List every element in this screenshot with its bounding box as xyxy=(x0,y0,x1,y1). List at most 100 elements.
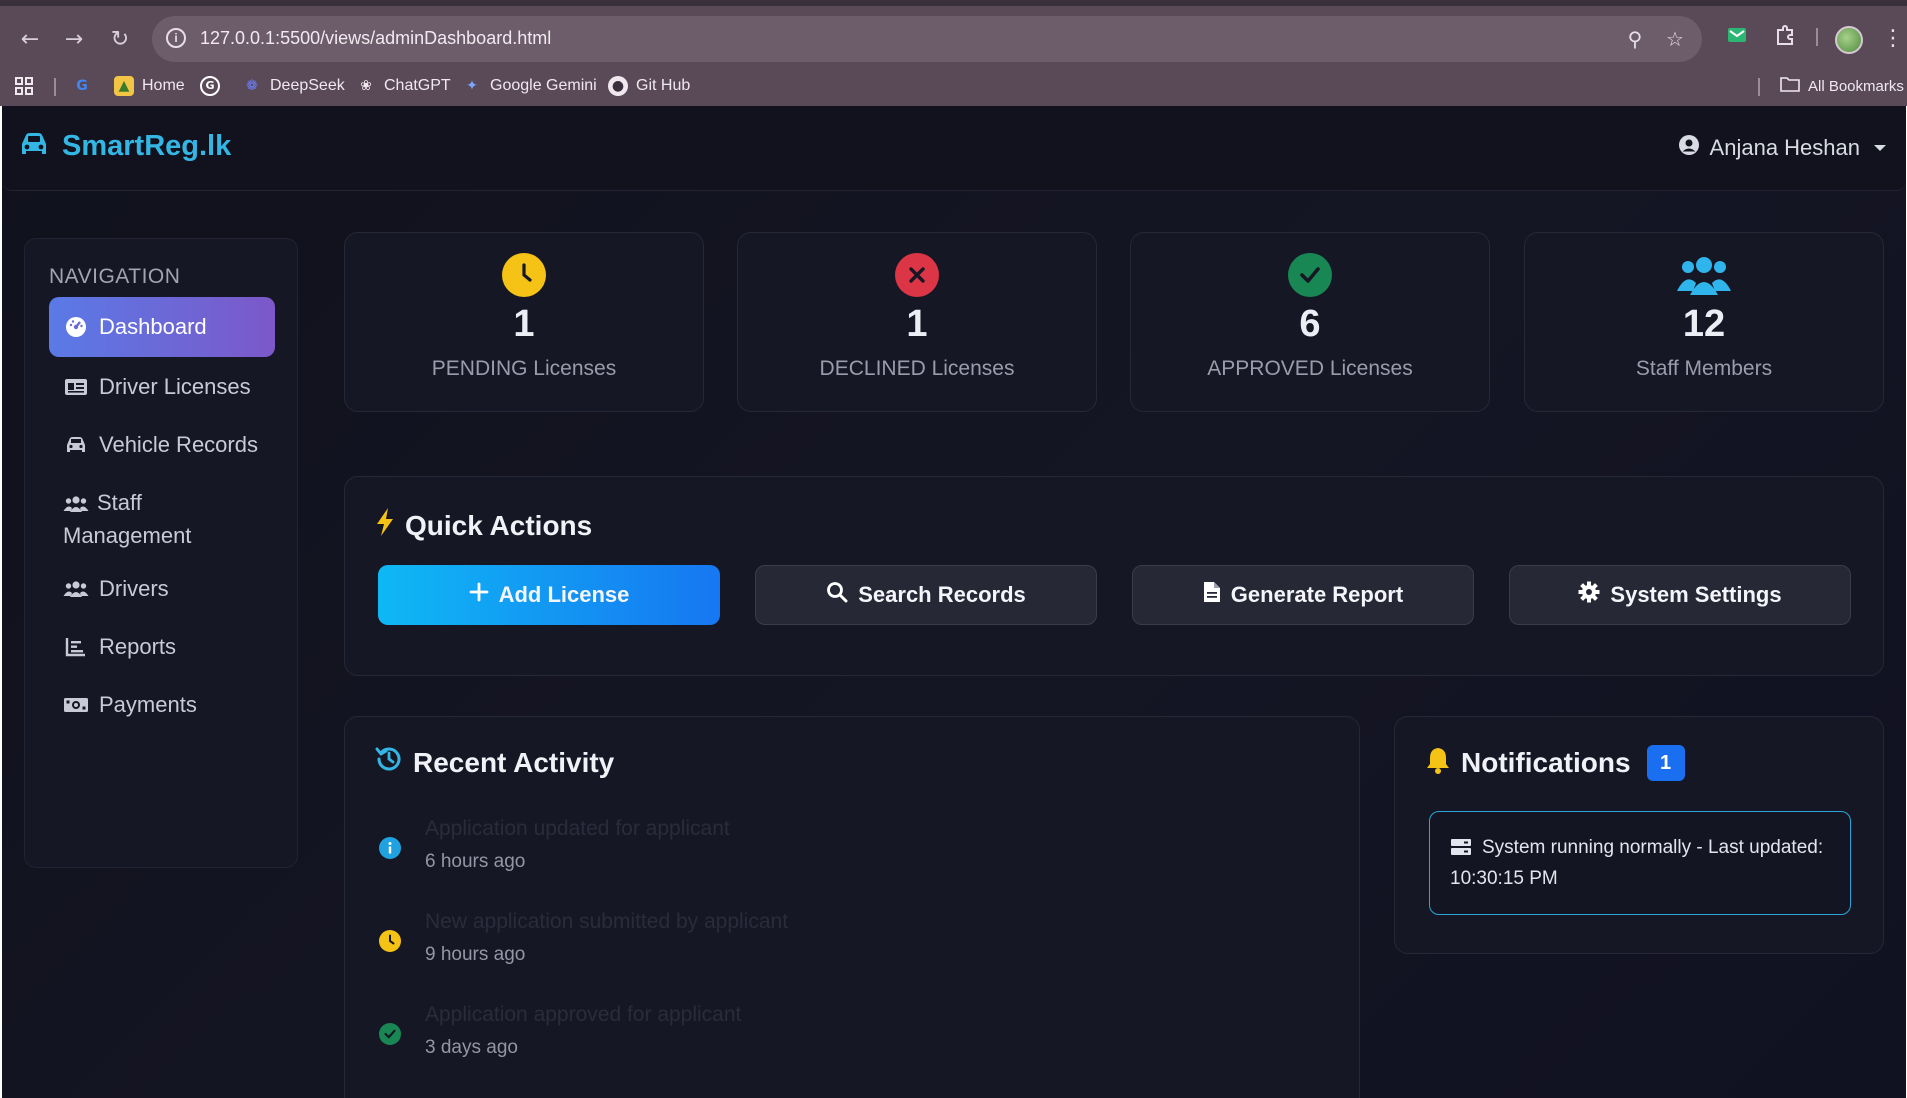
google-bookmark-icon[interactable]: G xyxy=(72,74,92,98)
extensions-puzzle-icon[interactable] xyxy=(1770,24,1800,54)
bookmarks-bar: G ▲ Home G ❁ DeepSeek ❀ ChatGPT ✦ Google… xyxy=(0,68,1907,104)
bookmark-github[interactable]: ● Git Hub xyxy=(608,74,690,98)
sidebar-item-label: Payments xyxy=(99,692,197,717)
stat-card-pending: 1 PENDING Licenses xyxy=(344,232,704,412)
notifications-panel: Notifications 1 System running normally … xyxy=(1394,716,1884,954)
bookmark-home[interactable]: ▲ Home xyxy=(114,74,185,98)
menu-dots-icon[interactable]: ⋮ xyxy=(1882,24,1904,54)
notification-text: System running normally - Last updated: … xyxy=(1450,837,1824,889)
notifications-title: Notifications 1 xyxy=(1425,745,1685,781)
google-bookmark-icon[interactable]: G xyxy=(200,74,220,98)
stat-label: DECLINED Licenses xyxy=(819,357,1015,380)
money-icon xyxy=(63,689,89,721)
gauge-icon xyxy=(63,311,89,343)
bookmark-label: DeepSeek xyxy=(270,77,345,94)
sidebar-item-label: Drivers xyxy=(99,576,169,601)
check-circle-icon xyxy=(379,1023,401,1045)
sidebar-item-label: Vehicle Records xyxy=(99,432,258,457)
user-name: Anjana Heshan xyxy=(1709,135,1860,160)
brand-name: SmartReg.lk xyxy=(62,130,232,162)
sidebar-item-driver-licenses[interactable]: Driver Licenses xyxy=(49,361,275,413)
sidebar-item-staff-management[interactable]: Staff Management xyxy=(49,477,275,562)
bookmark-label: Git Hub xyxy=(636,77,691,94)
sidebar-item-vehicle-records[interactable]: Vehicle Records xyxy=(49,419,275,471)
notification-item: System running normally - Last updated: … xyxy=(1429,811,1851,915)
all-bookmarks-label: All Bookmarks xyxy=(1808,77,1904,95)
user-dropdown[interactable]: Anjana Heshan xyxy=(1678,134,1886,162)
star-icon[interactable]: ☆ xyxy=(1662,26,1688,52)
sidebar-item-payments[interactable]: Payments xyxy=(49,679,275,731)
quick-actions-title: Quick Actions xyxy=(375,507,592,544)
github-icon: ● xyxy=(608,76,628,96)
gemini-icon: ✦ xyxy=(466,78,478,94)
button-label: System Settings xyxy=(1610,582,1782,607)
sidebar-item-reports[interactable]: Reports xyxy=(49,621,275,673)
history-icon xyxy=(375,745,403,780)
user-circle-icon xyxy=(1678,134,1700,162)
top-navbar: SmartReg.lk Anjana Heshan xyxy=(2,106,1906,191)
bookmark-google-gemini[interactable]: ✦ Google Gemini xyxy=(462,74,597,98)
quick-actions-panel: Quick Actions Add License Search Records… xyxy=(344,476,1884,676)
image-icon: ▲ xyxy=(114,76,134,96)
address-bar[interactable]: i 127.0.0.1:5500/views/adminDashboard.ht… xyxy=(152,16,1702,62)
search-records-button[interactable]: Search Records xyxy=(755,565,1097,625)
forward-icon[interactable]: → xyxy=(56,22,92,58)
stat-label: Staff Members xyxy=(1635,357,1773,380)
deepseek-icon: ❁ xyxy=(246,78,258,94)
toolbar-divider xyxy=(1816,28,1818,46)
back-icon[interactable]: ← xyxy=(12,22,48,58)
chart-icon xyxy=(63,631,89,663)
activity-text: New application submitted by applicant xyxy=(425,910,789,933)
id-card-icon xyxy=(63,371,89,403)
site-info-icon[interactable]: i xyxy=(166,28,186,48)
users-icon xyxy=(63,573,89,605)
button-label: Search Records xyxy=(858,582,1026,607)
reload-icon[interactable]: ↻ xyxy=(102,22,138,58)
bookmark-chatgpt[interactable]: ❀ ChatGPT xyxy=(356,74,451,98)
chatgpt-icon: ❀ xyxy=(360,78,372,94)
zoom-icon[interactable]: ⚲ xyxy=(1622,26,1648,52)
sidebar-title: NAVIGATION xyxy=(49,265,181,288)
bookmark-deepseek[interactable]: ❁ DeepSeek xyxy=(242,74,345,98)
extension-mail-icon[interactable] xyxy=(1722,24,1752,54)
stat-label: PENDING Licenses xyxy=(431,357,617,380)
button-label: Add License xyxy=(498,582,630,607)
stat-value: 6 xyxy=(1299,303,1321,345)
stat-value: 1 xyxy=(906,303,928,345)
stat-value: 1 xyxy=(513,303,535,345)
clock-icon xyxy=(379,930,401,952)
all-bookmarks[interactable]: All Bookmarks xyxy=(1780,74,1904,98)
panel-title-text: Recent Activity xyxy=(413,746,615,778)
users-icon xyxy=(63,488,89,520)
folder-icon xyxy=(1780,75,1800,98)
sidebar-item-label: Reports xyxy=(99,634,177,659)
system-settings-button[interactable]: System Settings xyxy=(1509,565,1851,625)
stat-value: 12 xyxy=(1682,303,1726,345)
activity-time: 3 days ago xyxy=(425,1037,518,1058)
generate-report-button[interactable]: Generate Report xyxy=(1132,565,1474,625)
activity-time: 9 hours ago xyxy=(425,944,526,965)
profile-avatar[interactable] xyxy=(1835,26,1863,54)
brand-link[interactable]: SmartReg.lk xyxy=(18,130,231,163)
bookmark-label: Google Gemini xyxy=(490,77,597,94)
bookmark-label: Home xyxy=(142,77,185,94)
apps-grid-icon[interactable] xyxy=(14,74,34,98)
clock-icon xyxy=(502,253,546,297)
sidebar-item-label: Dashboard xyxy=(99,314,207,339)
bookmark-divider xyxy=(1758,78,1760,96)
check-circle-icon xyxy=(1288,253,1332,297)
add-license-button[interactable]: Add License xyxy=(378,565,720,625)
x-circle-icon xyxy=(895,253,939,297)
bolt-icon xyxy=(375,507,395,544)
sidebar-item-dashboard[interactable]: Dashboard xyxy=(49,297,275,357)
bookmark-label: ChatGPT xyxy=(384,77,451,94)
panel-title-text: Quick Actions xyxy=(405,509,593,541)
search-icon xyxy=(826,581,848,609)
url-text[interactable]: 127.0.0.1:5500/views/adminDashboard.html xyxy=(200,28,551,49)
file-icon xyxy=(1203,581,1221,609)
server-icon xyxy=(1450,837,1472,865)
activity-time: 6 hours ago xyxy=(425,851,526,872)
browser-window: ← → ↻ i 127.0.0.1:5500/views/adminDashbo… xyxy=(0,0,1907,1098)
sidebar-item-drivers[interactable]: Drivers xyxy=(49,563,275,615)
recent-activity-panel: Recent Activity Application updated for … xyxy=(344,716,1360,1098)
